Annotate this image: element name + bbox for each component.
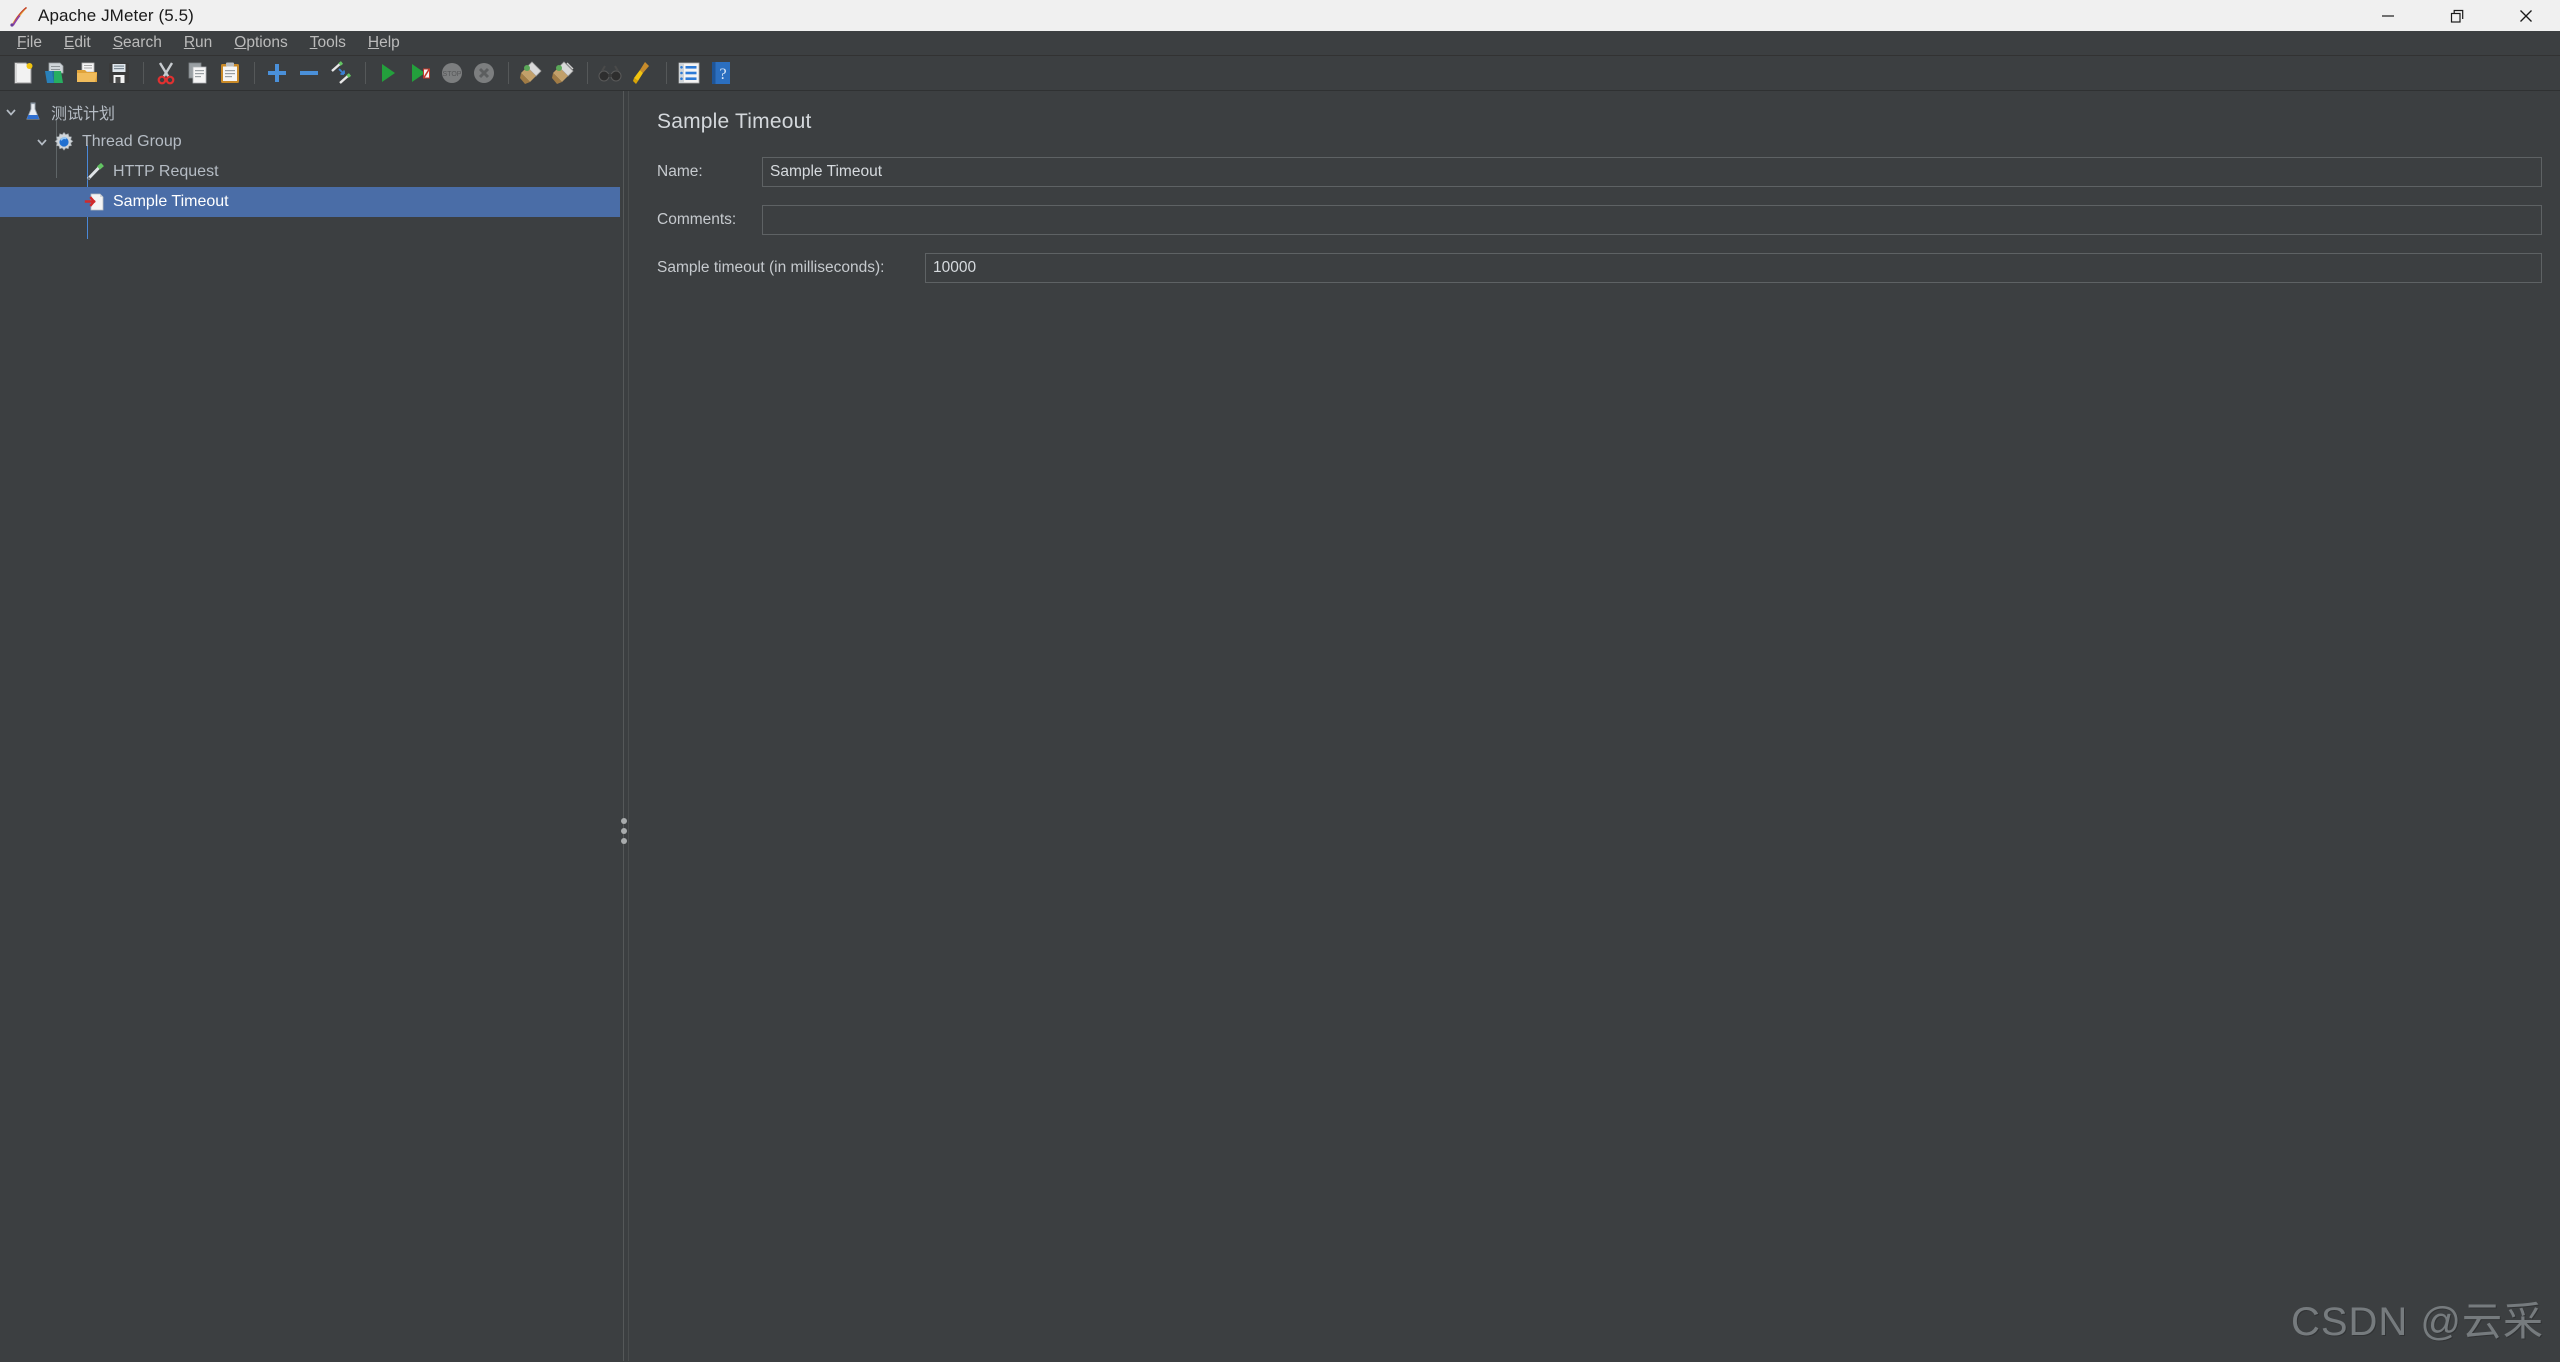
menu-file[interactable]: File <box>6 32 53 54</box>
menu-help-rest: elp <box>379 34 400 51</box>
toolbar-separator <box>666 62 667 84</box>
sample-timeout-row: Sample timeout (in milliseconds): <box>630 252 2560 284</box>
menu-help-mnemonic: H <box>367 34 380 51</box>
menu-bar: File Edit Search Run Options Tools Help <box>0 31 2560 56</box>
split-divider[interactable] <box>620 91 630 1361</box>
menu-run-mnemonic: R <box>183 34 196 51</box>
toolbar-separator <box>365 62 366 84</box>
menu-file-rest: ile <box>26 34 42 51</box>
shutdown-icon <box>469 58 499 88</box>
menu-edit-mnemonic: E <box>63 34 75 51</box>
name-row: Name: <box>630 156 2560 188</box>
http-request-icon <box>84 161 106 183</box>
collapse-all-icon[interactable] <box>294 58 324 88</box>
name-label: Name: <box>657 163 703 180</box>
help-icon[interactable]: ? <box>706 58 736 88</box>
copy-icon[interactable] <box>183 58 213 88</box>
thread-group-icon <box>53 131 75 153</box>
split-divider-line <box>623 91 624 1361</box>
templates-icon[interactable] <box>40 58 70 88</box>
test-plan-icon <box>22 101 44 123</box>
title-bar: Apache JMeter (5.5) <box>0 0 2560 31</box>
name-input[interactable] <box>762 157 2542 187</box>
menu-edit-rest: dit <box>74 34 91 51</box>
sample-timeout-label: Sample timeout (in milliseconds): <box>657 259 885 276</box>
menu-search-mnemonic: S <box>112 34 124 51</box>
tree-node-test-plan[interactable]: 测试计划 <box>0 97 620 127</box>
sample-timeout-icon <box>84 191 106 213</box>
menu-options-rest: ptions <box>246 34 288 51</box>
menu-run[interactable]: Run <box>173 32 223 54</box>
menu-edit[interactable]: Edit <box>53 32 102 54</box>
split-divider-line-2 <box>628 91 629 1361</box>
new-test-plan-icon[interactable] <box>8 58 38 88</box>
grip-dot <box>621 838 627 844</box>
menu-search-rest: earch <box>123 34 162 51</box>
tree-node-sample-timeout[interactable]: Sample Timeout <box>0 187 620 217</box>
svg-text:?: ? <box>719 66 726 83</box>
tree-node-label: 测试计划 <box>51 106 116 123</box>
tree-node-thread-group[interactable]: Thread Group <box>0 127 620 157</box>
split-divider-grip[interactable] <box>621 818 627 844</box>
chevron-down-icon[interactable] <box>31 127 53 157</box>
start-icon[interactable] <box>373 58 403 88</box>
save-icon[interactable] <box>104 58 134 88</box>
menu-tools[interactable]: Tools <box>299 32 357 54</box>
tree-node-http-request[interactable]: HTTP Request <box>0 157 620 187</box>
toolbar-separator <box>254 62 255 84</box>
page-title: Sample Timeout <box>657 110 812 133</box>
cut-icon[interactable] <box>151 58 181 88</box>
tree-node-label: Sample Timeout <box>113 193 229 210</box>
window-controls <box>2353 0 2560 31</box>
open-icon[interactable] <box>72 58 102 88</box>
grip-dot <box>621 818 627 824</box>
toggle-icon[interactable] <box>326 58 356 88</box>
stop-icon: STOP <box>437 58 467 88</box>
toolbar-separator <box>587 62 588 84</box>
jmeter-feather-icon <box>6 3 32 29</box>
toolbar-separator <box>143 62 144 84</box>
clear-all-icon[interactable] <box>548 58 578 88</box>
tree-node-label: HTTP Request <box>113 163 219 180</box>
test-plan-tree: 测试计划 Thread Group HTTP Request Sample Ti… <box>0 91 620 239</box>
test-plan-tree-panel: 测试计划 Thread Group HTTP Request Sample Ti… <box>0 91 620 1361</box>
menu-run-rest: un <box>195 34 213 51</box>
main-split-pane: 测试计划 Thread Group HTTP Request Sample Ti… <box>0 91 2560 1361</box>
start-no-pauses-icon[interactable] <box>405 58 435 88</box>
grip-dot <box>621 828 627 834</box>
menu-options-mnemonic: O <box>234 34 247 51</box>
minimize-icon[interactable] <box>2353 0 2422 31</box>
comments-row: Comments: <box>630 204 2560 236</box>
paste-icon[interactable] <box>215 58 245 88</box>
reset-search-icon[interactable] <box>627 58 657 88</box>
function-helper-icon[interactable] <box>674 58 704 88</box>
menu-tools-rest: ools <box>317 34 346 51</box>
sample-timeout-input[interactable] <box>925 253 2542 283</box>
menu-search[interactable]: Search <box>102 32 173 54</box>
csdn-watermark: CSDN @云采 <box>2290 1300 2544 1344</box>
clear-icon[interactable] <box>516 58 546 88</box>
tree-node-label: Thread Group <box>82 133 182 150</box>
config-form: Name: Comments: Sample timeout (in milli… <box>630 134 2560 284</box>
close-icon[interactable] <box>2491 0 2560 31</box>
svg-text:STOP: STOP <box>443 71 462 78</box>
expand-all-icon[interactable] <box>262 58 292 88</box>
window-title: Apache JMeter (5.5) <box>38 5 194 25</box>
toolbar-separator <box>508 62 509 84</box>
restore-icon[interactable] <box>2422 0 2491 31</box>
comments-input[interactable] <box>762 205 2542 235</box>
menu-help[interactable]: Help <box>357 32 411 54</box>
element-config-panel: Sample Timeout Name: Comments: Sample ti… <box>630 91 2560 1361</box>
toolbar: STOP ? <box>0 56 2560 91</box>
comments-label: Comments: <box>657 211 737 228</box>
menu-options[interactable]: Options <box>223 32 298 54</box>
search-icon[interactable] <box>595 58 625 88</box>
chevron-down-icon[interactable] <box>0 97 22 127</box>
